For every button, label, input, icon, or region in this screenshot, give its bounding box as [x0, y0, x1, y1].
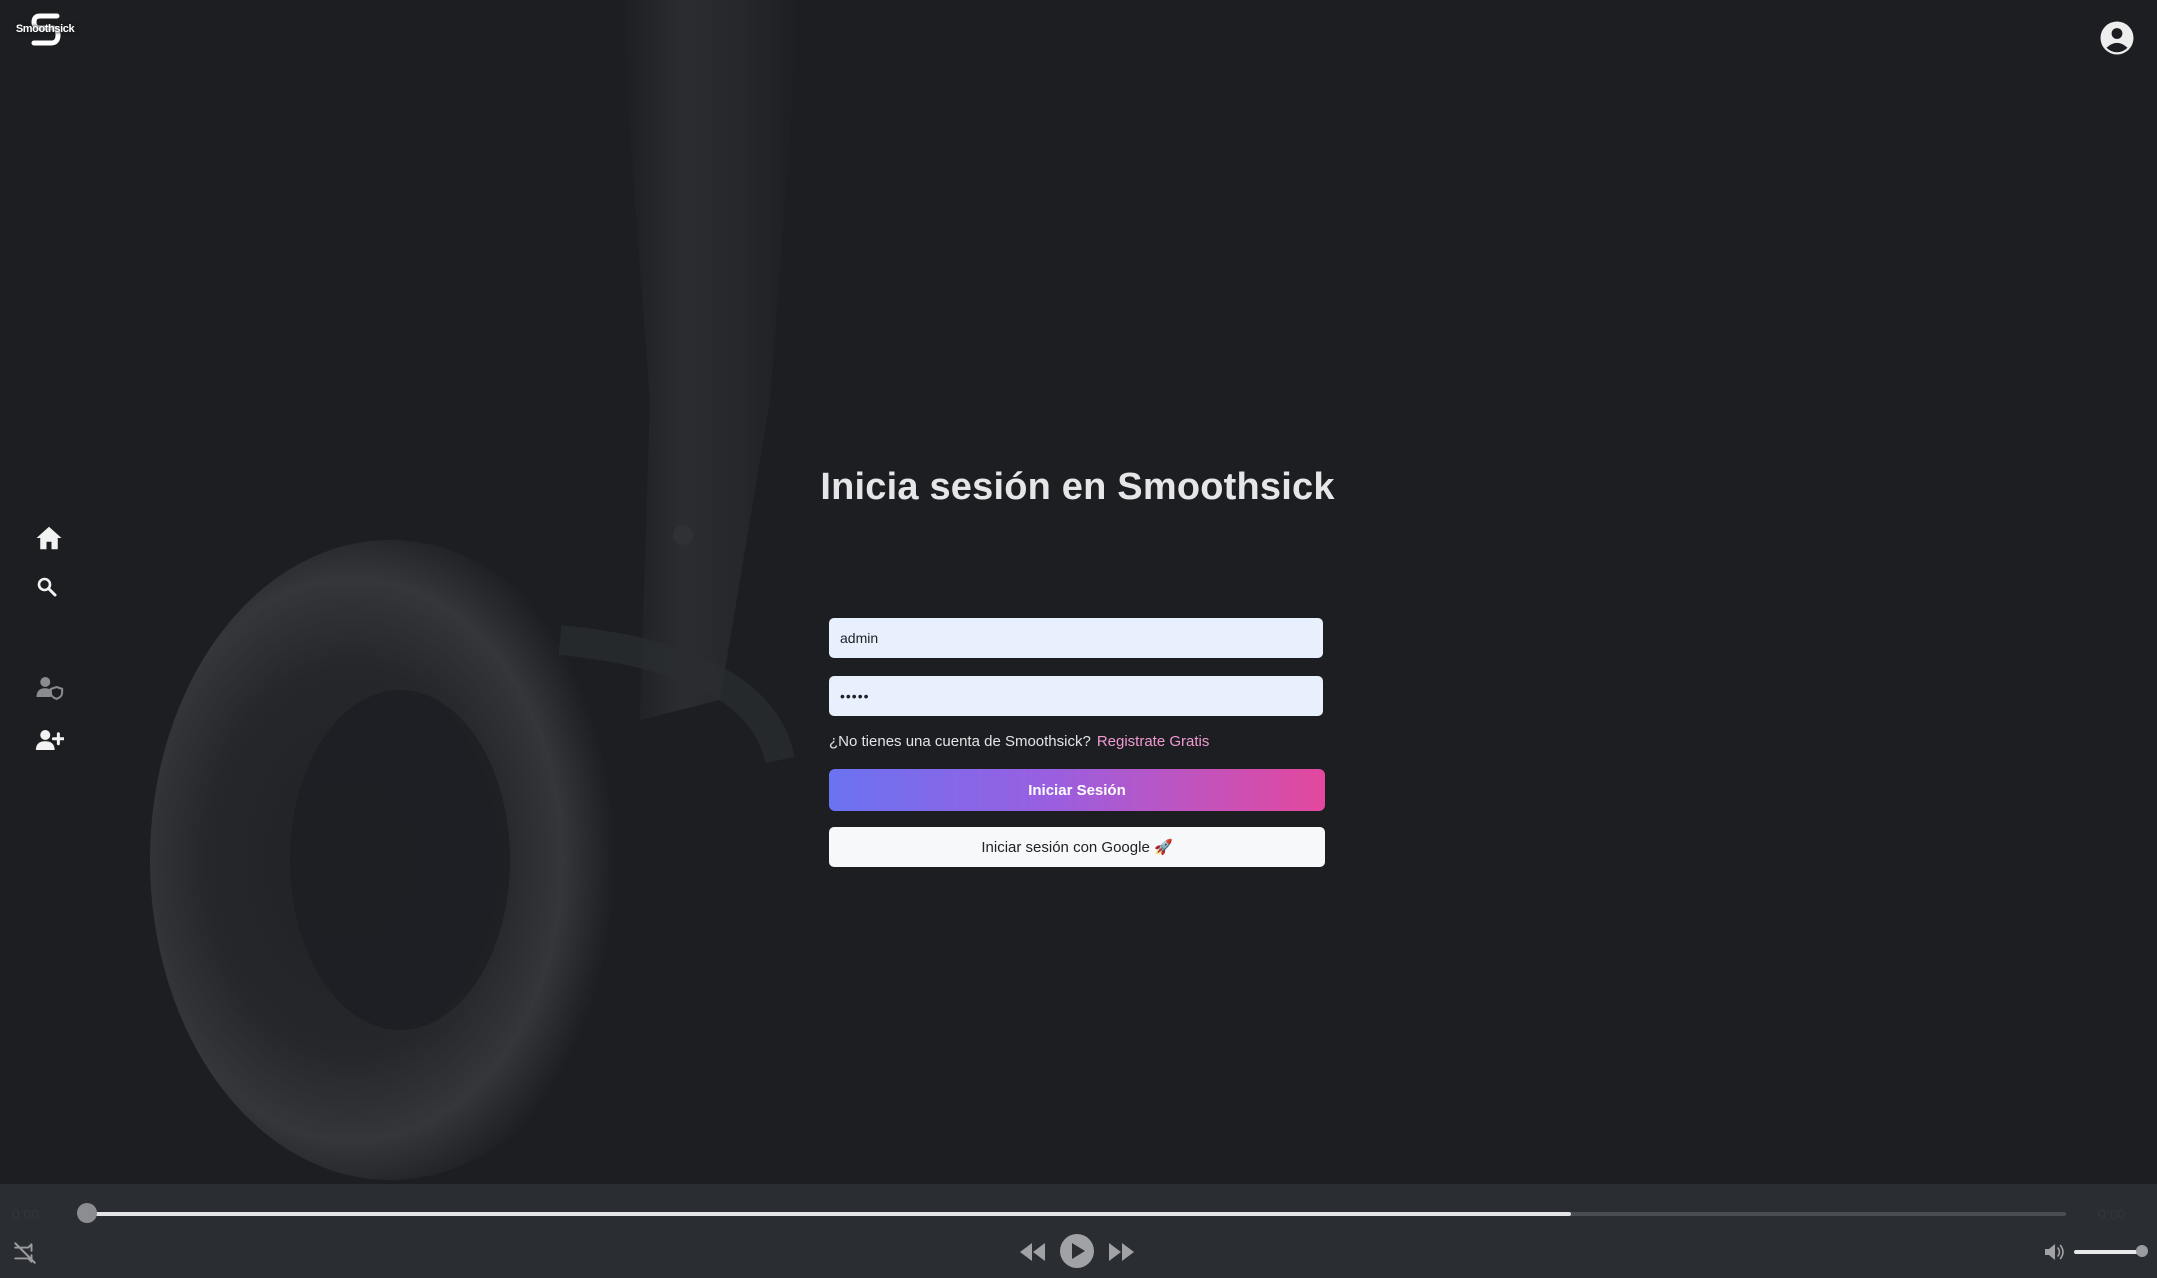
username-field[interactable] [829, 618, 1323, 658]
page-title: Inicia sesión en Smoothsick [820, 466, 1335, 508]
current-time: 0:00 [12, 1206, 40, 1222]
signup-link[interactable]: Registrate Gratis [1097, 733, 1210, 750]
search-icon [37, 577, 57, 597]
google-login-button[interactable]: Iniciar sesión con Google 🚀 [829, 827, 1325, 867]
sidebar-item-home[interactable] [34, 523, 64, 553]
brand-logo[interactable]: Smoothsick [14, 12, 76, 52]
signup-prompt-row: ¿No tienes una cuenta de Smoothsick? Regi… [829, 733, 1329, 750]
shuffle-off-icon[interactable] [12, 1240, 38, 1266]
user-shield-icon [36, 677, 64, 700]
volume-icon[interactable] [2043, 1241, 2067, 1263]
play-button[interactable] [1060, 1234, 1094, 1268]
sidebar-item-search[interactable] [35, 575, 59, 599]
app-window: Smoothsick Inicia sesión en Smoothsick a… [0, 0, 2157, 1278]
login-button[interactable]: Iniciar Sesión [829, 769, 1325, 811]
volume-slider[interactable] [2074, 1250, 2142, 1254]
sidebar-item-register[interactable] [34, 725, 65, 755]
seek-bar[interactable] [86, 1212, 2066, 1216]
sidebar-item-admin[interactable] [34, 672, 64, 702]
logo-wordmark: Smoothsick [15, 23, 75, 35]
headphones-background-image [150, 0, 800, 1180]
account-circle-icon[interactable] [2099, 20, 2135, 56]
play-icon [1072, 1243, 1085, 1259]
signup-prompt-text: ¿No tienes una cuenta de Smoothsick? [829, 733, 1091, 750]
total-time: 0:00 [2098, 1206, 2126, 1222]
volume-handle[interactable] [2136, 1245, 2148, 1257]
home-icon [36, 526, 62, 550]
user-plus-icon [35, 730, 65, 750]
seek-handle[interactable] [77, 1203, 97, 1223]
fast-forward-icon[interactable] [1107, 1239, 1137, 1265]
seek-buffered-fill [86, 1212, 1571, 1216]
password-field[interactable] [829, 676, 1323, 716]
rewind-icon[interactable] [1017, 1239, 1047, 1265]
